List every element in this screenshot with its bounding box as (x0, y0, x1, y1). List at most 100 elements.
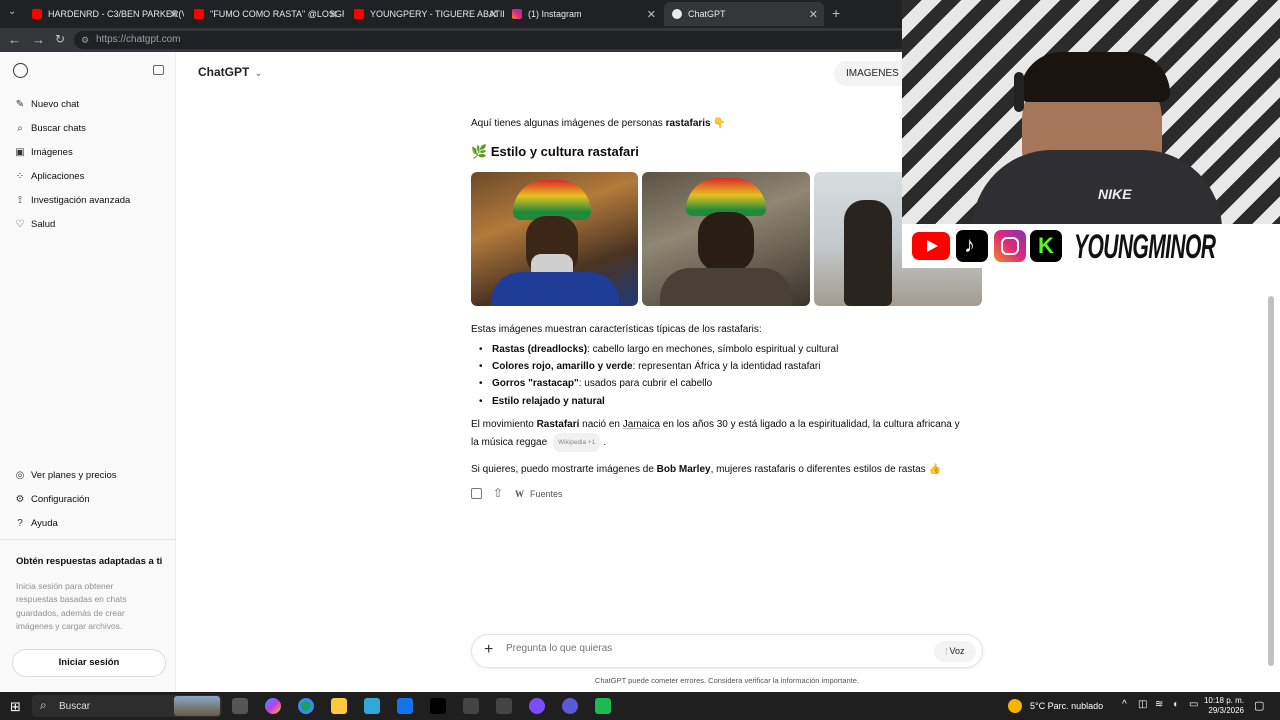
close-tab-icon[interactable]: ✕ (489, 8, 498, 21)
page-scrollbar[interactable] (1268, 296, 1274, 666)
weather-icon (1008, 699, 1022, 713)
instagram-logo-icon (994, 230, 1026, 262)
tab-list-icon[interactable]: ⌄ (8, 6, 16, 17)
plus-icon[interactable]: + (484, 641, 493, 659)
sidebar-item-apps[interactable]: ⁘ Aplicaciones (14, 171, 85, 182)
promo-line: guardados, además de crear (16, 607, 125, 618)
voice-button[interactable]: ⫶ Voz (934, 641, 976, 662)
camera-outline-icon (1001, 237, 1019, 255)
kick-k-icon: K (1038, 233, 1054, 258)
citation-badge[interactable]: Wikipedia +1 (552, 433, 601, 452)
forward-icon[interactable]: → (32, 32, 45, 47)
clock[interactable]: 10:18 p. m. 29/3/2026 (1200, 696, 1244, 716)
url-field[interactable]: ⚙ https://chatgpt.com (74, 31, 934, 49)
sources-button[interactable]: W Fuentes (515, 489, 563, 499)
chrome-icon[interactable] (298, 698, 314, 714)
text: , mujeres rastafaris o diferentes estilo… (710, 464, 926, 475)
back-icon[interactable]: ← (8, 32, 21, 47)
battery-icon[interactable]: ▭ (1189, 699, 1198, 710)
sidebar-item-deep-research[interactable]: ⟟ Investigación avanzada (14, 195, 130, 206)
signin-promo-title: Obtén respuestas adaptadas a ti (16, 556, 163, 567)
search-highlight-image (174, 696, 220, 716)
bold-text: Estilo relajado y natural (492, 396, 605, 407)
windows-taskbar: ⊞ ⌕ Buscar 5°C Parc. nublado ^ ◫ ≋ ◖ ▭ 1… (0, 692, 1280, 720)
date-text: 29/3/2026 (1208, 706, 1244, 715)
leaf-emoji: 🌿 (471, 144, 488, 159)
user-message-text: IMAGENES D (846, 68, 909, 79)
close-tab-icon[interactable]: ✕ (809, 8, 818, 21)
promo-line: Inicia sesión para obtener (16, 581, 114, 591)
browser-tab[interactable]: (1) Instagram ✕ (504, 2, 662, 26)
point-down-emoji: 👇 (713, 118, 726, 129)
tray-chevron-icon[interactable]: ^ (1122, 699, 1127, 710)
list-item: Estilo relajado y natural (479, 396, 605, 407)
prompt-input[interactable] (506, 643, 886, 654)
section-title: Estilo y cultura rastafari (490, 144, 639, 159)
close-sidebar-icon[interactable] (153, 65, 164, 75)
login-button[interactable]: Iniciar sesión (12, 649, 166, 677)
youtube-icon (194, 9, 204, 19)
sidebar-item-search-chats[interactable]: ⌕ Buscar chats (14, 123, 86, 134)
sidebar-item-label: Ver planes y precios (31, 470, 117, 481)
browser-tab[interactable]: YOUNGPERY - TIGUERE ABATIDO ✕ (346, 2, 504, 26)
tiktok-logo-icon: ♪ (956, 230, 988, 262)
tab-title: YOUNGPERY - TIGUERE ABATIDO (370, 9, 504, 19)
browser-tab-active[interactable]: ChatGPT ✕ (664, 2, 824, 26)
rastafari-photo-1[interactable] (471, 172, 638, 306)
link-jamaica[interactable]: Jamaica (623, 419, 660, 430)
promo-line: imágenes y cargar archivos. (16, 620, 123, 631)
capcut-icon[interactable] (463, 698, 479, 714)
task-view-icon[interactable] (232, 698, 248, 714)
app-icon[interactable] (496, 698, 512, 714)
signin-promo-text: Inicia sesión para obtener respuestas ba… (16, 580, 127, 633)
sidebar-item-images[interactable]: ▣ Imágenes (14, 147, 72, 158)
openai-logo-icon[interactable] (13, 63, 28, 78)
site-info-icon[interactable]: ⚙ (81, 31, 89, 49)
app-icon[interactable] (529, 698, 545, 714)
sidebar-item-settings[interactable]: ⚙ Configuración (14, 494, 90, 505)
copy-icon[interactable] (471, 488, 482, 499)
model-selector[interactable]: ChatGPT ⌄ (198, 65, 262, 79)
app-icon[interactable] (595, 698, 611, 714)
reload-icon[interactable]: ↻ (55, 32, 65, 46)
bold-text: Gorros "rastacap" (492, 378, 579, 389)
share-icon[interactable]: ⇧ (493, 486, 503, 500)
sidebar-item-plans[interactable]: ◎ Ver planes y precios (14, 470, 117, 481)
copilot-icon[interactable] (265, 698, 281, 714)
new-tab-icon[interactable]: + (832, 5, 840, 21)
sidebar-item-health[interactable]: ♡ Salud (14, 219, 56, 230)
mail-icon[interactable] (397, 698, 413, 714)
close-tab-icon[interactable]: ✕ (169, 8, 178, 21)
notifications-icon[interactable]: ▢ (1254, 699, 1264, 712)
close-tab-icon[interactable]: ✕ (329, 8, 338, 21)
bold-text: rastafaris (665, 118, 711, 129)
network-icon[interactable]: ◫ (1138, 699, 1147, 710)
browser-tab[interactable]: HARDENRD - C3/BEN PARKER(Vid ✕ (24, 2, 184, 26)
obs-icon[interactable] (562, 698, 578, 714)
answer-intro: Aquí tienes algunas imágenes de personas… (471, 115, 726, 132)
list-item: Colores rojo, amarillo y verde: represen… (479, 361, 820, 372)
windows-start-icon[interactable]: ⊞ (10, 699, 21, 715)
file-explorer-icon[interactable] (331, 698, 347, 714)
rasta-hat (513, 180, 591, 220)
weather-text[interactable]: 5°C Parc. nublado (1030, 701, 1103, 711)
thumbs-up-emoji: 👍 (928, 464, 941, 475)
text: : usados para cubrir el cabello (578, 378, 713, 389)
bold-text: Colores rojo, amarillo y verde (492, 361, 633, 372)
volume-icon[interactable]: ◖ (1172, 699, 1178, 710)
sidebar-item-help[interactable]: ? Ayuda (14, 518, 58, 529)
sources-label: Fuentes (530, 489, 563, 499)
browser-tab[interactable]: "FUMO COMO RASTA" @LOSGRE ✕ (186, 2, 344, 26)
sidebar-item-label: Buscar chats (31, 123, 86, 134)
wifi-icon[interactable]: ≋ (1155, 699, 1163, 710)
youtube-logo-icon (912, 232, 950, 260)
sidebar-item-new-chat[interactable]: ✎ Nuevo chat (14, 99, 79, 110)
tiktok-icon[interactable] (430, 698, 446, 714)
rastafari-photo-2[interactable] (642, 172, 810, 306)
store-icon[interactable] (364, 698, 380, 714)
close-tab-icon[interactable]: ✕ (647, 8, 656, 21)
dreadlocks (844, 200, 892, 306)
kick-logo-icon: K (1030, 230, 1062, 262)
text: en los años 30 y está ligado a la espiri… (660, 419, 960, 430)
taskbar-search[interactable]: ⌕ Buscar (32, 695, 222, 717)
